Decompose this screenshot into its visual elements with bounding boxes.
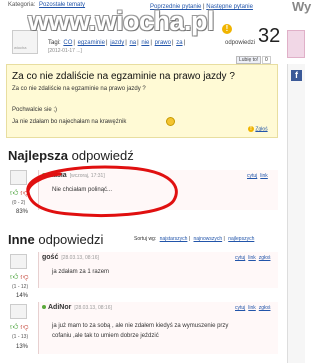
report-label[interactable]: Zgłoś [255,126,267,132]
answer-author[interactable]: AdiNor [48,304,71,311]
tag-link[interactable]: za [176,40,182,46]
other-answers-heading: Inne odpowiedzi [8,232,103,247]
tag-link[interactable]: CO [63,40,72,46]
heading-bold: Najlepsza [8,148,68,163]
permalink-link[interactable]: link [248,305,256,311]
warning-icon: ! [248,126,254,132]
facebook-like-count: 0 [262,56,271,64]
quote-link[interactable]: cytuj [247,173,257,179]
answer-text: ja zdałam za 1 razem [52,269,110,275]
report-question-link[interactable]: ! Zgłoś [248,126,268,132]
answer-header: gość [28.03.13, 08:16] [42,254,99,261]
answer-links: cytuj link zgłoś [232,255,270,261]
answer-header: AdiNor [28.03.13, 08:16] [42,304,112,311]
permalink-link[interactable]: link [248,255,256,261]
thumb-down-icon[interactable]: 👎︎ [20,322,28,331]
answers-label: odpowiedzi [225,40,256,46]
tag-link[interactable]: egzaminie [78,40,105,46]
vote-percent: 13% [16,344,29,350]
tags-line: Tagi: CO| egzaminie| jazdy| na| nie| pra… [48,40,186,46]
answer-text: cofaniu ,ale tak to umiem dobrze jeździć [52,333,159,339]
tag-link[interactable]: nie [141,40,149,46]
quote-link[interactable]: cytuj [235,305,245,311]
answer-links: cytuj link zgłoś [232,305,270,311]
annotation-circle [26,165,178,217]
sort-best-link[interactable]: najlepszych [228,236,254,242]
sort-controls: Sortuj wg: najstarszych | najnowszych | … [134,236,255,242]
answer-links: cytuj link [244,173,268,179]
quote-link[interactable]: cytuj [235,255,245,261]
avatar-text: wiocha [14,45,27,50]
vote-score: (1 - 13) [12,334,29,340]
answer-date: [28.03.13, 08:16] [61,255,99,261]
answer-author[interactable]: gość [42,254,58,261]
answer-text: ja już mam to za sobą , ale nie zdałem k… [52,323,229,329]
tag-link[interactable]: prawo [155,40,171,46]
sort-newest-link[interactable]: najnowszych [194,236,223,242]
vote-score: (1 - 12) [12,284,29,290]
tag-link[interactable]: jazdy [110,40,124,46]
heading-rest: odpowiedzi [38,232,104,247]
question-date: [2012-01-17 ...] [48,48,82,54]
vote-percent: 14% [16,293,29,299]
thumb-up-icon[interactable]: 👍︎ [10,322,18,331]
answers-count: 32 [258,25,281,47]
best-answer-heading: Najlepsza odpowiedź [8,148,134,163]
vote-thumbs: 👍︎ 👎︎ [10,272,29,282]
smiley-icon [166,117,175,126]
tag-link[interactable]: na [129,40,136,46]
thumb-up-icon[interactable]: 👍︎ [10,188,18,197]
question-body-line: Pochwalcie sie ;) [12,107,58,113]
status-dot [42,305,46,310]
question-body-line: Ja nie zdałam bo najechałam na krawężnik [12,119,127,125]
report-link[interactable]: zgłoś [259,255,271,261]
answer-date: [28.03.13, 08:16] [74,305,112,311]
thumb-up-icon[interactable]: 👍︎ [10,272,18,281]
facebook-like-button[interactable]: Lubię to! [236,56,262,64]
answer-avatar[interactable] [10,304,27,319]
vote-thumbs: 👍︎ 👎︎ [10,322,29,332]
heading-bold: Inne [8,232,35,247]
sidebar-ad[interactable] [287,30,305,58]
answers-icon: ! [222,24,232,34]
question-subtitle: Za co nie zdaliście na egzaminie na praw… [12,86,146,92]
sort-label: Sortuj wg: [134,236,157,242]
heading-rest: odpowiedź [71,148,134,163]
site-watermark: www.wiocha.pl [28,6,215,36]
sort-oldest-link[interactable]: najstarszych [160,236,188,242]
thumb-down-icon[interactable]: 👎︎ [20,272,28,281]
answer-avatar[interactable] [10,254,27,269]
question-title: Za co nie zdaliście na egzaminie na praw… [12,71,235,82]
tags-label: Tagi: [48,40,61,46]
permalink-link[interactable]: link [260,173,268,179]
facebook-icon[interactable]: f [291,70,302,81]
report-link[interactable]: zgłoś [259,305,271,311]
sidebar-strip [287,64,305,363]
sidebar-heading-cut: Wy [292,0,312,14]
